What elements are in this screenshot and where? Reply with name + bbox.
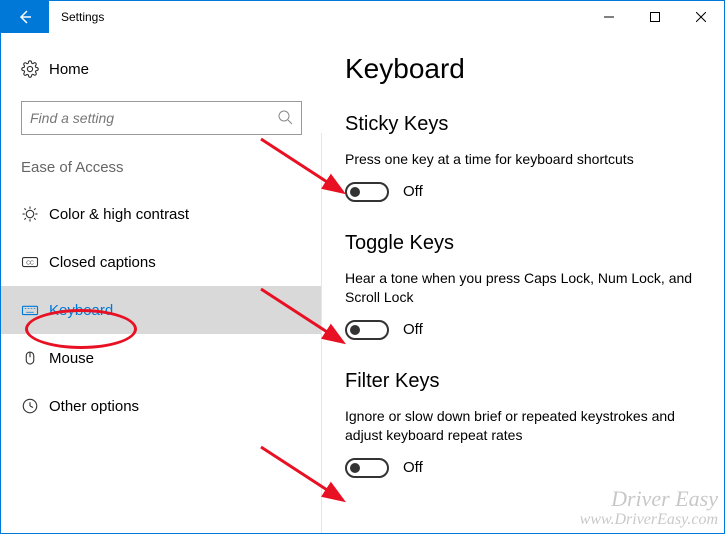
toggle-state-label: Off [403, 321, 423, 338]
close-icon [696, 12, 706, 22]
toggle-knob [350, 187, 360, 197]
title-bar: Settings [1, 1, 724, 33]
toggle-row: Off [345, 458, 702, 478]
sidebar: Home Find a setting Ease of Access Color… [1, 33, 323, 533]
toggle-keys-toggle[interactable] [345, 320, 389, 340]
section-toggle-keys: Toggle Keys Hear a tone when you press C… [345, 232, 702, 340]
section-filter-keys: Filter Keys Ignore or slow down brief or… [345, 370, 702, 478]
page-title: Keyboard [345, 53, 702, 85]
window-controls [586, 1, 724, 33]
section-title: Toggle Keys [345, 232, 702, 255]
home-label: Home [49, 61, 89, 78]
maximize-button[interactable] [632, 1, 678, 33]
window-title: Settings [49, 1, 586, 33]
section-title: Sticky Keys [345, 113, 702, 136]
minimize-button[interactable] [586, 1, 632, 33]
sidebar-item-mouse[interactable]: Mouse [1, 334, 322, 382]
search-placeholder: Find a setting [30, 110, 277, 126]
back-arrow-icon [17, 9, 33, 25]
section-sticky-keys: Sticky Keys Press one key at a time for … [345, 113, 702, 202]
toggle-row: Off [345, 320, 702, 340]
toggle-state-label: Off [403, 183, 423, 200]
window-body: Home Find a setting Ease of Access Color… [1, 33, 724, 533]
toggle-knob [350, 325, 360, 335]
sidebar-item-label: Closed captions [49, 254, 156, 271]
contrast-icon [21, 205, 49, 223]
sidebar-item-color-contrast[interactable]: Color & high contrast [1, 190, 322, 238]
gear-icon [21, 60, 49, 78]
section-desc: Ignore or slow down brief or repeated ke… [345, 407, 702, 446]
group-title: Ease of Access [1, 159, 322, 176]
minimize-icon [604, 12, 614, 22]
toggle-knob [350, 463, 360, 473]
back-button[interactable] [1, 1, 49, 33]
cc-icon: CC [21, 253, 49, 271]
sidebar-item-label: Other options [49, 398, 139, 415]
search-input[interactable]: Find a setting [21, 101, 302, 135]
mouse-icon [21, 349, 49, 367]
options-icon [21, 397, 49, 415]
close-button[interactable] [678, 1, 724, 33]
sidebar-item-label: Mouse [49, 350, 94, 367]
search-icon [277, 109, 293, 128]
home-button[interactable]: Home [1, 51, 322, 87]
filter-keys-toggle[interactable] [345, 458, 389, 478]
svg-text:CC: CC [26, 260, 34, 266]
keyboard-icon [21, 301, 49, 319]
maximize-icon [650, 12, 660, 22]
sidebar-item-closed-captions[interactable]: CC Closed captions [1, 238, 322, 286]
sidebar-item-keyboard[interactable]: Keyboard [1, 286, 322, 334]
settings-window: Settings Home Find a setting [0, 0, 725, 534]
sidebar-item-label: Keyboard [49, 302, 113, 319]
sidebar-item-label: Color & high contrast [49, 206, 189, 223]
sidebar-divider [321, 133, 322, 533]
section-desc: Press one key at a time for keyboard sho… [345, 150, 702, 170]
section-desc: Hear a tone when you press Caps Lock, Nu… [345, 269, 702, 308]
toggle-row: Off [345, 182, 702, 202]
section-title: Filter Keys [345, 370, 702, 393]
sidebar-item-other-options[interactable]: Other options [1, 382, 322, 430]
toggle-state-label: Off [403, 459, 423, 476]
sticky-keys-toggle[interactable] [345, 182, 389, 202]
content-pane: Keyboard Sticky Keys Press one key at a … [323, 33, 724, 533]
